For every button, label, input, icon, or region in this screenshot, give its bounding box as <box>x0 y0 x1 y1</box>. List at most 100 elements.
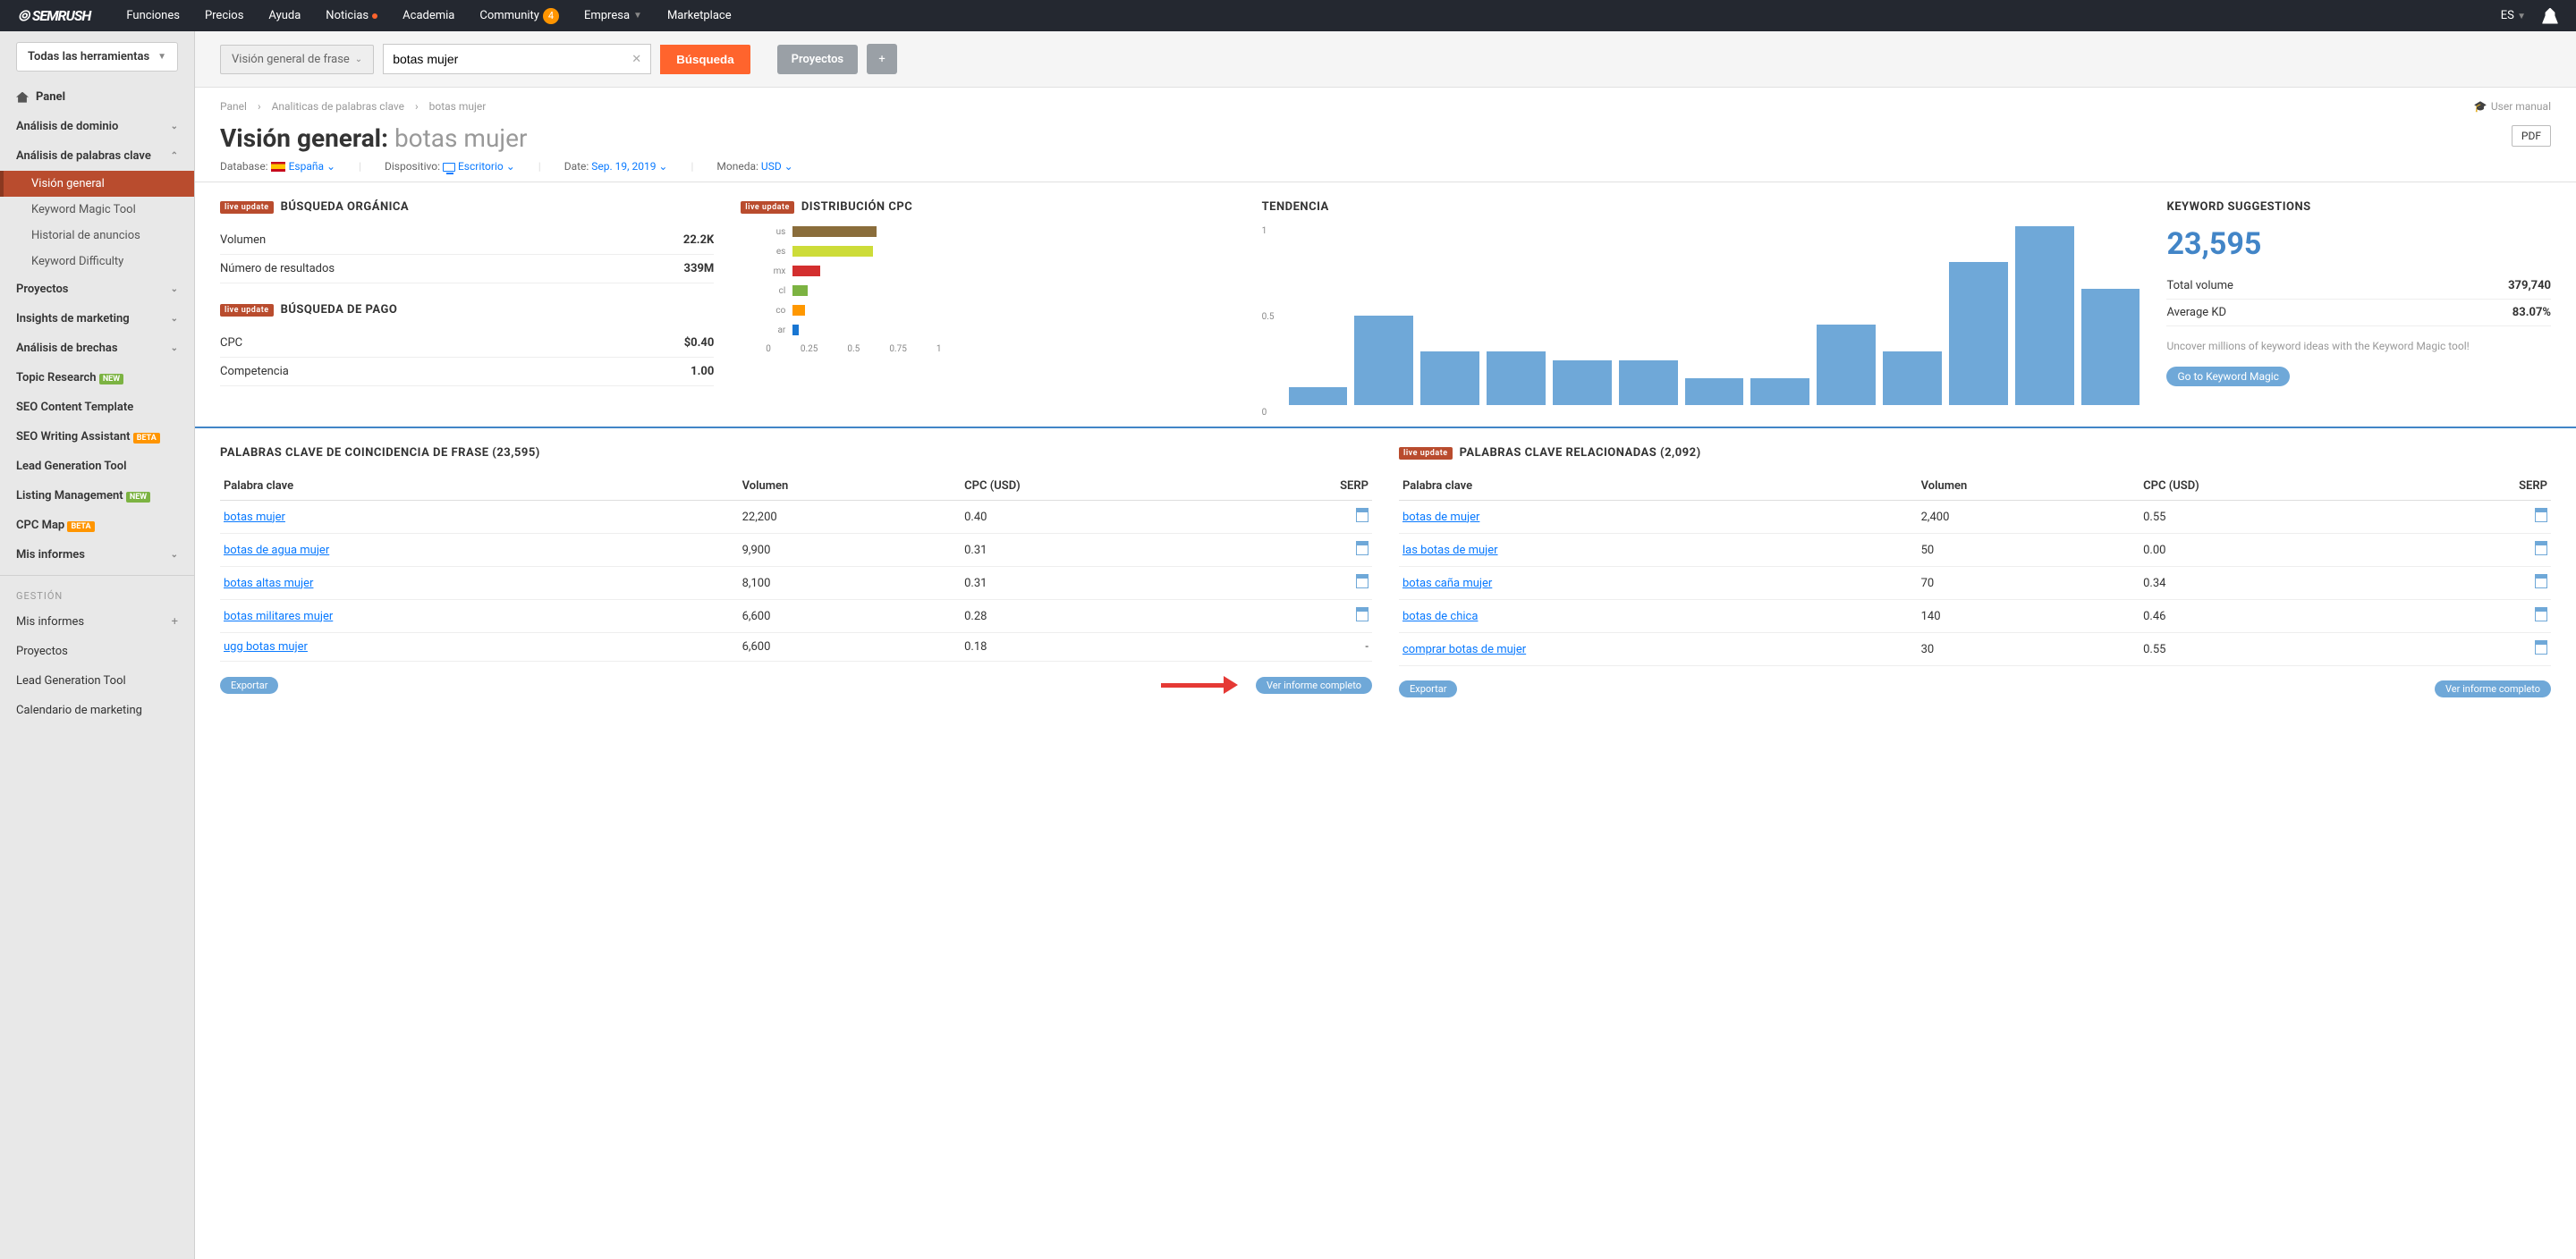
nav-community[interactable]: Community 4 <box>479 8 559 24</box>
keyword-link[interactable]: botas de mujer <box>1402 511 1479 524</box>
serp-icon[interactable] <box>2535 607 2547 621</box>
keyword-link[interactable]: botas caña mujer <box>1402 577 1492 590</box>
sidebar-projects[interactable]: Proyectos⌄ <box>0 275 194 304</box>
currency-selector[interactable]: USD ⌄ <box>761 160 793 173</box>
keyword-link[interactable]: botas militares mujer <box>224 610 333 623</box>
chevron-up-icon: ⌃ <box>171 151 178 161</box>
sidebar-marketing-insights[interactable]: Insights de marketing⌄ <box>0 304 194 334</box>
export-button[interactable]: Exportar <box>220 677 278 694</box>
nav-marketplace[interactable]: Marketplace <box>667 9 732 22</box>
phrase-overview-dropdown[interactable]: Visión general de frase⌄ <box>220 45 374 74</box>
live-update-tag: live update <box>1399 447 1453 460</box>
crumb-keyword: botas mujer <box>429 100 487 113</box>
nav-precios[interactable]: Precios <box>205 9 243 22</box>
keyword-link[interactable]: las botas de mujer <box>1402 544 1498 557</box>
chevron-down-icon: ▼ <box>633 11 642 21</box>
live-update-tag: live update <box>220 201 274 214</box>
trend-widget: TENDENCIA 1 0.5 0 <box>1262 200 2140 405</box>
serp-icon[interactable] <box>2535 640 2547 655</box>
keyword-link[interactable]: botas de agua mujer <box>224 544 329 557</box>
db-selector[interactable]: España ⌄ <box>289 160 335 173</box>
full-report-button[interactable]: Ver informe completo <box>2435 680 2551 697</box>
cpc-distribution-widget: live updateDISTRIBUCIÓN CPC usesmxclcoar… <box>741 200 1234 405</box>
user-icon[interactable] <box>2542 8 2558 24</box>
serp-icon[interactable] <box>2535 508 2547 522</box>
device-selector[interactable]: Escritorio ⌄ <box>458 160 515 173</box>
keyword-link[interactable]: comprar botas de mujer <box>1402 643 1526 656</box>
sidebar-my-reports[interactable]: Mis informes⌄ <box>0 540 194 570</box>
table-row: botas de chica1400.46 <box>1399 600 2551 633</box>
sidebar-cpcmap[interactable]: CPC Map BETA <box>0 511 194 540</box>
sidebar-gestion-projects[interactable]: Proyectos <box>0 637 194 666</box>
sidebar-keyword-analysis[interactable]: Análisis de palabras clave⌃ <box>0 141 194 171</box>
serp-icon[interactable] <box>1356 607 1368 621</box>
date-selector[interactable]: Sep. 19, 2019 ⌄ <box>591 160 667 173</box>
live-update-tag: live update <box>220 304 274 317</box>
sidebar-domain-analysis[interactable]: Análisis de dominio⌄ <box>0 112 194 141</box>
breadcrumb: Panel› Analiticas de palabras clave› bot… <box>220 100 2551 113</box>
user-manual-link[interactable]: 🎓User manual <box>2474 100 2551 113</box>
nav-empresa[interactable]: Empresa ▼ <box>584 9 642 22</box>
clear-icon[interactable]: ✕ <box>631 53 641 66</box>
sidebar-leadgen[interactable]: Lead Generation Tool <box>0 452 194 481</box>
sidebar-gestion-reports[interactable]: Mis informes+ <box>0 607 194 637</box>
keyword-link[interactable]: ugg botas mujer <box>224 640 308 654</box>
sidebar-gestion-leadgen[interactable]: Lead Generation Tool <box>0 666 194 696</box>
nav-funciones[interactable]: Funciones <box>126 9 180 22</box>
sidebar-seo-writing[interactable]: SEO Writing Assistant BETA <box>0 422 194 452</box>
chevron-down-icon: ⌄ <box>171 550 178 560</box>
new-tag: NEW <box>126 492 150 503</box>
nav-ayuda[interactable]: Ayuda <box>268 9 301 22</box>
sidebar-gap-analysis[interactable]: Análisis de brechas⌄ <box>0 334 194 363</box>
sidebar-sub-magic[interactable]: Keyword Magic Tool <box>0 197 194 223</box>
chevron-down-icon: ⌄ <box>171 314 178 324</box>
pdf-button[interactable]: PDF <box>2512 125 2551 147</box>
sidebar-topic-research[interactable]: Topic Research NEW <box>0 363 194 393</box>
notif-dot-icon <box>372 13 377 19</box>
flag-es-icon <box>271 162 285 172</box>
serp-icon[interactable] <box>1356 541 1368 555</box>
sidebar-gestion-calendar[interactable]: Calendario de marketing <box>0 696 194 725</box>
serp-icon[interactable] <box>1356 574 1368 588</box>
serp-icon[interactable] <box>2535 541 2547 555</box>
cpc-bars-chart: usesmxclcoar <box>741 226 1234 335</box>
table-row: botas caña mujer700.34 <box>1399 567 2551 600</box>
sidebar-panel[interactable]: Panel <box>0 82 194 112</box>
serp-icon[interactable] <box>2535 574 2547 588</box>
projects-button[interactable]: Proyectos <box>777 45 859 74</box>
nav-academia[interactable]: Academia <box>402 9 454 22</box>
tools-dropdown[interactable]: Todas las herramientas▼ <box>16 42 178 72</box>
home-icon <box>16 92 29 103</box>
keyword-link[interactable]: botas mujer <box>224 511 285 524</box>
export-button[interactable]: Exportar <box>1399 680 1457 697</box>
keyword-magic-button[interactable]: Go to Keyword Magic <box>2166 367 2289 386</box>
sidebar-sub-ads-history[interactable]: Historial de anuncios <box>0 223 194 249</box>
nav-noticias[interactable]: Noticias <box>326 9 377 22</box>
plus-icon[interactable]: + <box>172 615 178 629</box>
full-report-button[interactable]: Ver informe completo <box>1256 677 1372 694</box>
keyword-suggestions-widget: KEYWORD SUGGESTIONS 23,595 Total volume3… <box>2166 200 2551 405</box>
sidebar-sub-difficulty[interactable]: Keyword Difficulty <box>0 249 194 275</box>
table-row: las botas de mujer500.00 <box>1399 534 2551 567</box>
search-button[interactable]: Búsqueda <box>660 45 750 74</box>
sidebar-seo-content[interactable]: SEO Content Template <box>0 393 194 422</box>
sidebar-sub-overview[interactable]: Visión general <box>0 171 194 197</box>
add-project-button[interactable]: + <box>867 44 897 74</box>
search-input[interactable] <box>393 52 631 66</box>
chevron-down-icon: ⌄ <box>171 284 178 294</box>
keyword-link[interactable]: botas altas mujer <box>224 577 313 590</box>
sidebar-listing[interactable]: Listing Management NEW <box>0 481 194 511</box>
table-row: botas de agua mujer9,9000.31 <box>220 534 1372 567</box>
search-toolbar: Visión general de frase⌄ ✕ Búsqueda Proy… <box>195 31 2576 88</box>
logo[interactable]: ⦾ SEMRUSH <box>18 7 90 25</box>
crumb-analytics[interactable]: Analiticas de palabras clave <box>272 100 404 113</box>
trend-chart: 1 0.5 0 <box>1262 226 2140 405</box>
serp-icon[interactable] <box>1356 508 1368 522</box>
community-badge: 4 <box>543 8 559 24</box>
chevron-down-icon: ▼ <box>157 52 166 62</box>
topbar-right: ES ▼ <box>2501 8 2558 24</box>
filters-row: Database: España ⌄ | Dispositivo: Escrit… <box>220 160 2551 173</box>
crumb-panel[interactable]: Panel <box>220 100 247 113</box>
keyword-link[interactable]: botas de chica <box>1402 610 1478 623</box>
lang-selector[interactable]: ES ▼ <box>2501 9 2526 22</box>
